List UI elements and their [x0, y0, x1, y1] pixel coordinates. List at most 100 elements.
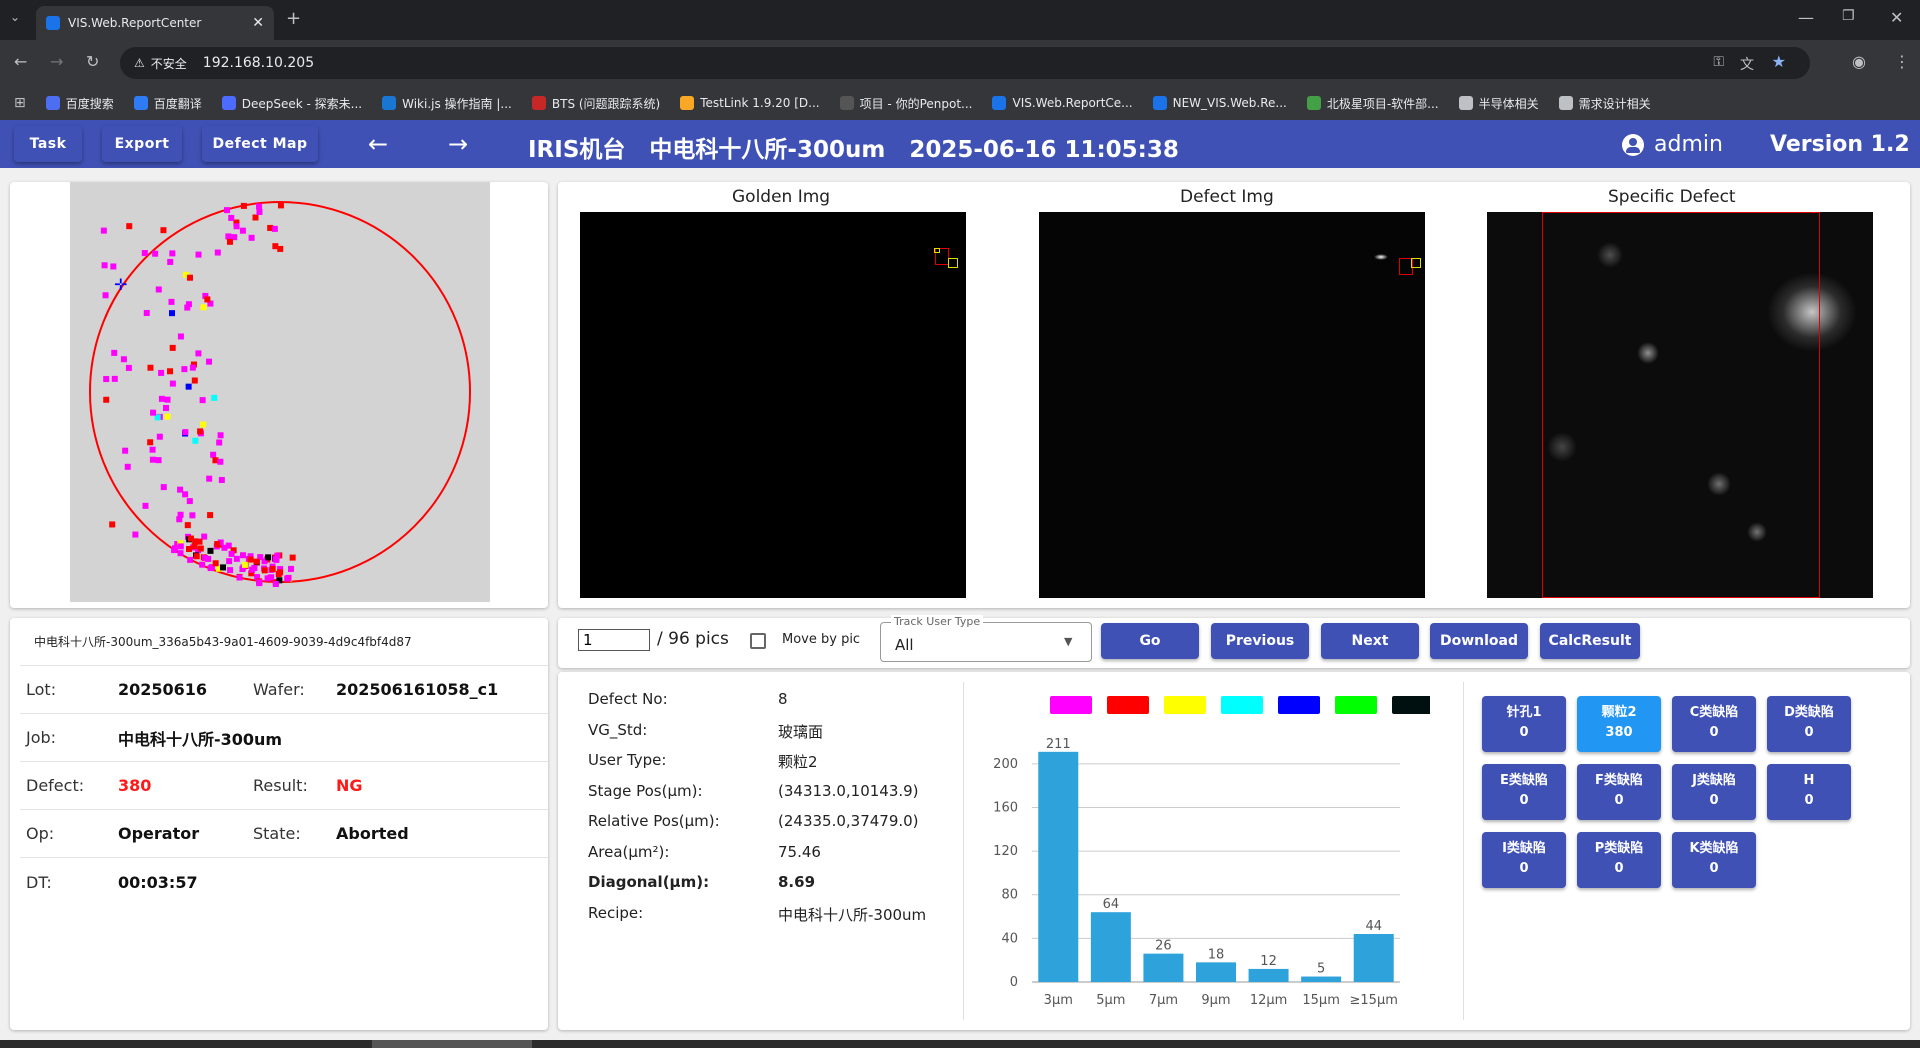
wafer-defect-dot[interactable]	[236, 574, 243, 581]
go-button[interactable]: Go	[1101, 623, 1199, 659]
close-tab-icon[interactable]: ✕	[252, 15, 264, 31]
defect-class-tile[interactable]: J类缺陷 0	[1672, 764, 1756, 820]
defect-map-button[interactable]: Defect Map	[202, 126, 318, 162]
wafer-defect-dot[interactable]	[207, 512, 214, 519]
wafer-defect-dot[interactable]	[272, 581, 279, 588]
wafer-defect-dot[interactable]	[217, 458, 224, 465]
wafer-defect-dot[interactable]	[142, 502, 149, 509]
tab-search-icon[interactable]: ⌄	[10, 10, 20, 24]
wafer-defect-dot[interactable]	[124, 463, 131, 470]
wafer-defect-dot[interactable]	[164, 396, 171, 403]
histogram-bar[interactable]	[1248, 968, 1289, 982]
wafer-defect-dot[interactable]	[163, 404, 170, 411]
url-field[interactable]: ⚠ 不安全 192.168.10.205 ⚿ 文 ★	[120, 47, 1810, 79]
wafer-defect-dot[interactable]	[187, 556, 194, 563]
wafer-defect-dot[interactable]	[184, 522, 191, 529]
bookmark-item[interactable]: DeepSeek - 探索未...	[221, 95, 362, 112]
defect-class-tile[interactable]: F类缺陷 0	[1577, 764, 1661, 820]
previous-button[interactable]: Previous	[1211, 623, 1309, 659]
wafer-defect-dot[interactable]	[186, 274, 193, 281]
wafer-defect-dot[interactable]	[199, 561, 206, 568]
wafer-defect-dot[interactable]	[239, 227, 246, 234]
wafer-defect-dot[interactable]	[182, 429, 189, 436]
wafer-defect-dot[interactable]	[214, 249, 221, 256]
wafer-defect-dot[interactable]	[256, 203, 263, 210]
defect-class-tile[interactable]: 针孔1 0	[1482, 696, 1566, 752]
wafer-defect-dot[interactable]	[193, 553, 200, 560]
bookmark-item[interactable]: 需求设计相关	[1558, 95, 1651, 112]
wafer-defect-dot[interactable]	[158, 369, 165, 376]
wafer-defect-dot[interactable]	[252, 214, 259, 221]
wafer-defect-dot[interactable]	[277, 569, 284, 576]
prev-arrow-icon[interactable]: ←	[368, 130, 388, 158]
wafer-defect-dot[interactable]	[181, 366, 188, 373]
wafer-defect-dot[interactable]	[126, 223, 133, 230]
wafer-defect-dot[interactable]	[168, 310, 175, 317]
bookmark-item[interactable]: 项目 - 你的Penpot...	[839, 95, 972, 112]
bookmark-item[interactable]: 半导体相关	[1458, 95, 1539, 112]
defect-class-tile[interactable]: 颗粒2 380	[1577, 696, 1661, 752]
bookmark-item[interactable]: 百度搜索	[45, 95, 114, 112]
wafer-defect-dot[interactable]	[274, 552, 281, 559]
download-button[interactable]: Download	[1430, 623, 1528, 659]
wafer-defect-dot[interactable]	[182, 491, 189, 498]
wafer-defect-dot[interactable]	[195, 350, 202, 357]
wafer-defect-dot[interactable]	[176, 516, 183, 523]
reload-icon[interactable]: ↻	[86, 52, 99, 71]
wafer-defect-dot[interactable]	[185, 383, 192, 390]
legend-swatch[interactable]	[1392, 696, 1430, 714]
legend-swatch[interactable]	[1107, 696, 1149, 714]
wafer-defect-dot[interactable]	[214, 541, 221, 548]
wafer-defect-dot[interactable]	[269, 565, 276, 572]
wafer-defect-dot[interactable]	[228, 550, 235, 557]
wafer-defect-dot[interactable]	[287, 565, 294, 572]
defect-image[interactable]	[1039, 212, 1425, 598]
wafer-defect-dot[interactable]	[110, 263, 117, 270]
specific-defect-image[interactable]	[1487, 212, 1873, 598]
wafer-defect-dot[interactable]	[225, 233, 232, 240]
histogram-bar[interactable]	[1143, 953, 1184, 982]
wafer-defect-dot[interactable]	[189, 512, 196, 519]
histogram-bar[interactable]	[1090, 912, 1131, 982]
wafer-defect-dot[interactable]	[261, 567, 268, 574]
minimize-icon[interactable]: —	[1798, 8, 1814, 27]
wafer-map[interactable]: ✛	[70, 182, 490, 602]
wafer-defect-dot[interactable]	[125, 364, 132, 371]
bookmark-item[interactable]: Wiki.js 操作指南 |...	[382, 95, 512, 112]
wafer-defect-dot[interactable]	[207, 547, 214, 554]
golden-image[interactable]	[580, 212, 966, 598]
defect-class-tile[interactable]: P类缺陷 0	[1577, 832, 1661, 888]
wafer-defect-dot[interactable]	[219, 564, 226, 571]
wafer-defect-dot[interactable]	[177, 333, 184, 340]
wafer-defect-dot[interactable]	[100, 227, 107, 234]
wafer-defect-dot[interactable]	[155, 286, 162, 293]
histogram-bar[interactable]	[1301, 976, 1342, 982]
wafer-defect-dot[interactable]	[196, 538, 203, 545]
defect-class-tile[interactable]: H0	[1767, 764, 1851, 820]
wafer-defect-dot[interactable]	[164, 413, 171, 420]
wafer-defect-dot[interactable]	[186, 498, 193, 505]
wafer-defect-dot[interactable]	[206, 358, 213, 365]
wafer-defect-dot[interactable]	[195, 251, 202, 258]
wafer-defect-dot[interactable]	[189, 364, 196, 371]
wafer-defect-dot[interactable]	[224, 207, 231, 214]
forward-icon[interactable]: →	[50, 52, 63, 71]
apps-grid-icon[interactable]: ⊞	[14, 95, 26, 111]
next-arrow-icon[interactable]: →	[448, 130, 468, 158]
wafer-defect-dot[interactable]	[256, 208, 263, 215]
wafer-defect-dot[interactable]	[271, 225, 278, 232]
wafer-defect-dot[interactable]	[226, 238, 233, 245]
browser-tab[interactable]: VIS.Web.ReportCenter ✕	[36, 6, 274, 40]
export-button[interactable]: Export	[102, 126, 182, 162]
wafer-defect-dot[interactable]	[200, 304, 207, 311]
wafer-defect-dot[interactable]	[205, 555, 212, 562]
wafer-defect-dot[interactable]	[289, 554, 296, 561]
legend-swatch[interactable]	[1221, 696, 1263, 714]
wafer-defect-dot[interactable]	[191, 377, 198, 384]
defect-class-tile[interactable]: I类缺陷 0	[1482, 832, 1566, 888]
wafer-defect-dot[interactable]	[233, 223, 240, 230]
wafer-defect-dot[interactable]	[241, 561, 248, 568]
calc-result-button[interactable]: CalcResult	[1540, 623, 1640, 659]
wafer-defect-dot[interactable]	[167, 258, 174, 265]
wafer-defect-dot[interactable]	[103, 376, 110, 383]
